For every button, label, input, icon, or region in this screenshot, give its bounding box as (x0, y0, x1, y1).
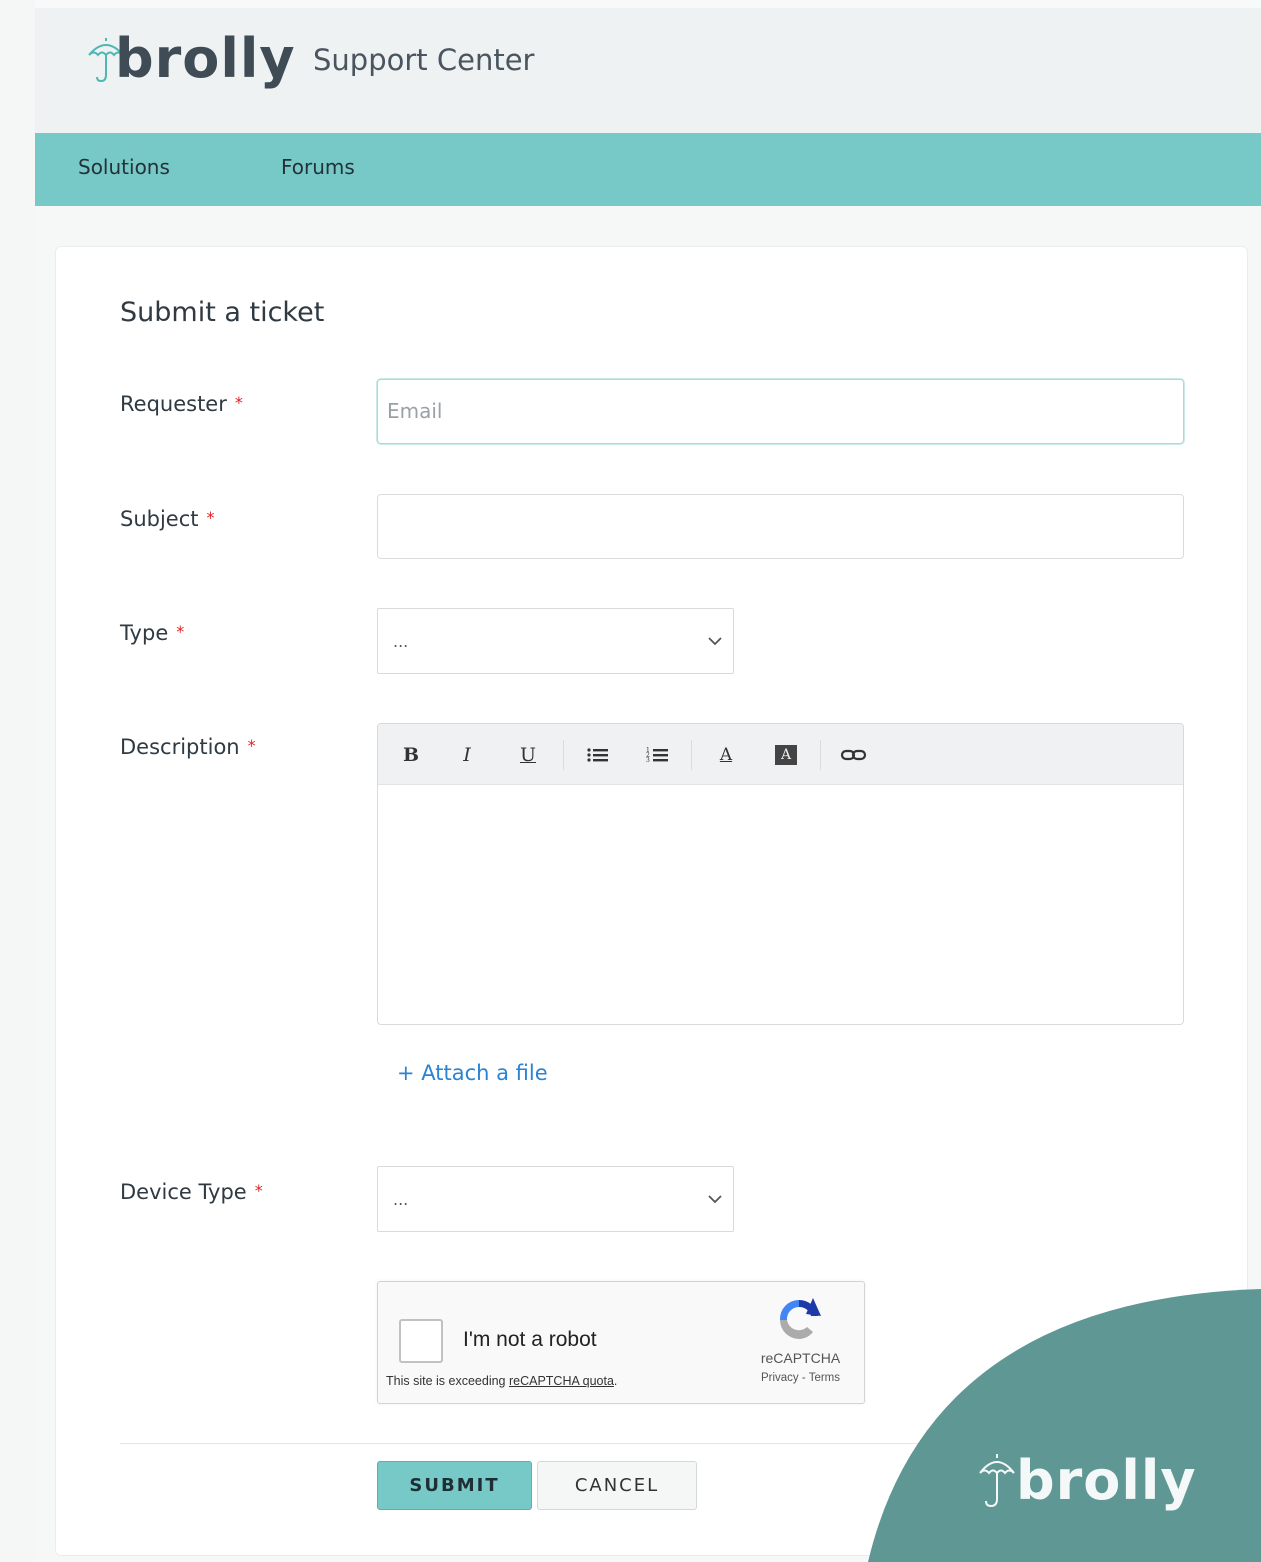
recaptcha-quota-notice: This site is exceeding reCAPTCHA quota. (386, 1372, 617, 1390)
underline-icon[interactable]: U (517, 742, 539, 768)
chevron-down-icon (708, 1195, 722, 1204)
subject-label-text: Subject (120, 507, 199, 531)
site-header: brolly Support Center (35, 8, 1261, 133)
type-label: Type * (120, 618, 184, 650)
required-marker: * (206, 508, 215, 527)
recaptcha-quota-text: This site is exceeding (386, 1374, 509, 1388)
brand-logo-text[interactable]: brolly (115, 24, 296, 94)
subject-input[interactable] (377, 494, 1184, 559)
toolbar-separator (563, 740, 564, 770)
type-selected-value: ... (393, 632, 409, 651)
font-color-icon[interactable]: A (715, 742, 737, 768)
subject-label: Subject * (120, 504, 215, 536)
svg-text:3: 3 (646, 757, 650, 764)
recaptcha-quota-link[interactable]: reCAPTCHA quota (509, 1374, 614, 1388)
description-textarea[interactable] (378, 785, 1183, 1024)
form-title: Submit a ticket (120, 297, 325, 328)
device-type-selected-value: ... (393, 1190, 409, 1209)
page-title: Support Center (313, 43, 535, 77)
link-icon[interactable] (840, 742, 868, 768)
recaptcha-widget: I'm not a robot This site is exceeding r… (377, 1281, 865, 1404)
device-type-label-text: Device Type (120, 1180, 247, 1204)
background-color-icon[interactable]: A (775, 745, 797, 765)
toolbar-separator (691, 740, 692, 770)
required-marker: * (176, 622, 185, 641)
required-marker: * (254, 1181, 263, 1200)
requester-placeholder: Email (387, 399, 443, 423)
italic-icon[interactable]: I (456, 742, 478, 768)
main-nav: Solutions Forums (35, 133, 1261, 206)
toolbar-separator (820, 740, 821, 770)
nav-item-solutions[interactable]: Solutions (78, 153, 170, 181)
recaptcha-checkbox[interactable] (399, 1319, 443, 1363)
chevron-down-icon (708, 637, 722, 646)
required-marker: * (234, 393, 243, 412)
left-margin (0, 0, 35, 1562)
bulleted-list-icon[interactable] (585, 742, 611, 768)
top-margin (35, 0, 1261, 8)
type-label-text: Type (120, 621, 169, 645)
description-label-text: Description (120, 735, 240, 759)
form-divider (120, 1443, 1180, 1444)
corner-brand-logo: brolly (1016, 1449, 1197, 1512)
nav-item-forums[interactable]: Forums (281, 153, 355, 181)
description-editor: B I U 123 A A (377, 723, 1184, 1025)
recaptcha-privacy-terms[interactable]: Privacy - Terms (748, 1370, 853, 1386)
recaptcha-logo-icon (779, 1298, 821, 1339)
submit-button[interactable]: SUBMIT (377, 1461, 532, 1510)
cancel-button[interactable]: CANCEL (537, 1461, 697, 1510)
recaptcha-quota-end: . (613, 1374, 618, 1388)
bold-icon[interactable]: B (400, 742, 422, 768)
requester-label: Requester * (120, 389, 243, 421)
requester-label-text: Requester (120, 392, 227, 416)
device-type-select[interactable]: ... (377, 1166, 734, 1232)
numbered-list-icon[interactable]: 123 (645, 742, 671, 768)
required-marker: * (247, 736, 256, 755)
type-select[interactable]: ... (377, 608, 734, 674)
device-type-label: Device Type * (120, 1177, 263, 1209)
requester-email-input[interactable]: Email (377, 379, 1184, 444)
description-label: Description * (120, 732, 256, 764)
editor-toolbar: B I U 123 A A (378, 724, 1183, 785)
recaptcha-label: I'm not a robot (463, 1328, 597, 1351)
umbrella-icon (979, 1454, 1015, 1508)
attach-file-link[interactable]: + Attach a file (397, 1058, 548, 1088)
recaptcha-brand: reCAPTCHA (760, 1350, 841, 1366)
